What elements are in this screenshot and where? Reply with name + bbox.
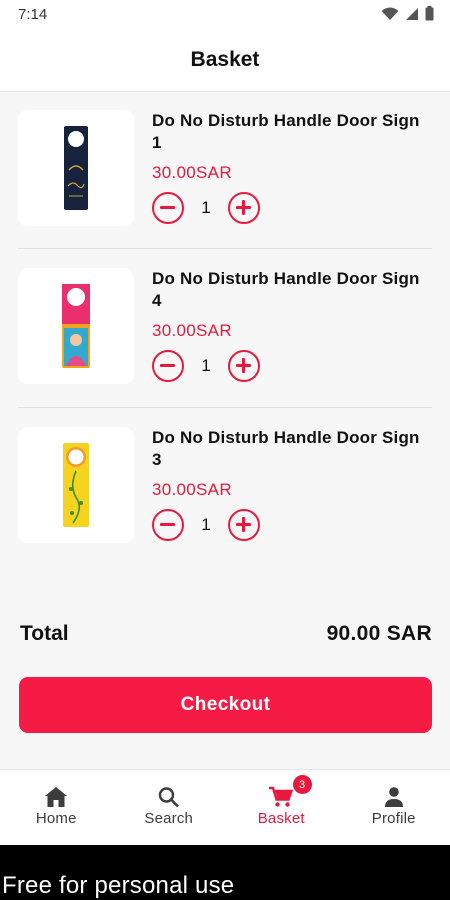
nav-item-basket[interactable]: 3 Basket [225, 770, 338, 845]
status-bar: 7:14 [0, 0, 450, 30]
nav-item-home[interactable]: Home [0, 770, 113, 845]
product-image-sign-3 [63, 443, 89, 527]
item-price: 30.00SAR [152, 321, 232, 340]
minus-icon [160, 364, 175, 367]
watermark-text: Free for personal use [2, 872, 235, 899]
increase-quantity-button[interactable] [228, 192, 260, 224]
quantity-value: 1 [201, 515, 211, 534]
decrease-quantity-button[interactable] [152, 350, 184, 382]
cart-count-badge: 3 [292, 775, 312, 794]
item-price: 30.00SAR [152, 163, 232, 182]
top-bar: Basket [0, 30, 450, 92]
increase-quantity-button[interactable] [228, 350, 260, 382]
quantity-value: 1 [201, 356, 211, 375]
total-value: 90.00 SAR [326, 622, 432, 645]
basket-item: Do No Disturb Handle Door Sign 4 30.00SA… [18, 268, 432, 408]
item-name: Do No Disturb Handle Door Sign 4 [152, 269, 420, 310]
wifi-icon [381, 7, 399, 20]
basket-item: Do No Disturb Handle Door Sign 3 30.00SA… [18, 427, 432, 567]
page-title: Basket [190, 48, 260, 71]
quantity-stepper: 1 [152, 192, 260, 224]
status-icons [381, 6, 434, 21]
bottom-nav: Home Search 3 Basket Profile [0, 769, 450, 845]
nav-item-search[interactable]: Search [113, 770, 226, 845]
item-price: 30.00SAR [152, 480, 232, 499]
decrease-quantity-button[interactable] [152, 192, 184, 224]
nav-label: Profile [371, 810, 416, 827]
item-name: Do No Disturb Handle Door Sign 3 [152, 428, 420, 469]
search-icon [158, 787, 179, 808]
nav-label: Basket [257, 810, 305, 827]
checkout-button[interactable]: Checkout [19, 677, 432, 733]
item-name: Do No Disturb Handle Door Sign 1 [152, 111, 420, 152]
product-image [18, 427, 134, 543]
divider [18, 407, 432, 408]
product-image [18, 110, 134, 226]
minus-icon [160, 206, 175, 209]
minus-icon [160, 523, 175, 526]
person-icon [384, 787, 403, 807]
total-label: Total [20, 622, 69, 645]
product-image-sign-4 [62, 284, 90, 368]
total-row: Total 90.00 SAR [20, 622, 432, 652]
nav-item-profile[interactable]: Profile [338, 770, 450, 845]
home-icon [45, 787, 68, 807]
watermark-bar: Free for personal use [0, 845, 450, 900]
product-image [18, 268, 134, 384]
nav-label: Search [144, 810, 194, 827]
decrease-quantity-button[interactable] [152, 509, 184, 541]
signal-icon [406, 7, 418, 20]
quantity-value: 1 [201, 198, 211, 217]
increase-quantity-button[interactable] [228, 509, 260, 541]
product-image-sign-1 [64, 126, 88, 210]
status-time: 7:14 [18, 6, 48, 23]
quantity-stepper: 1 [152, 509, 260, 541]
nav-label: Home [35, 810, 77, 827]
battery-icon [425, 6, 434, 21]
basket-item: Do No Disturb Handle Door Sign 1 30.00SA… [18, 110, 432, 250]
divider [18, 248, 432, 249]
cart-icon [269, 786, 294, 807]
quantity-stepper: 1 [152, 350, 260, 382]
